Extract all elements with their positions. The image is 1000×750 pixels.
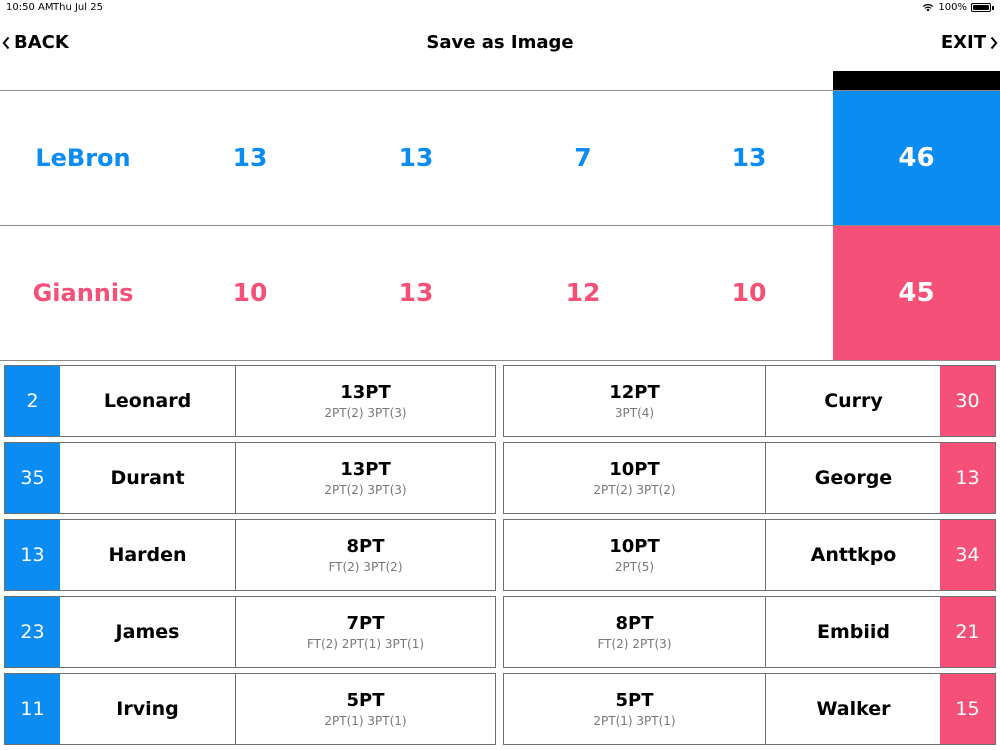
header-black-bar: [833, 71, 1000, 90]
points-breakdown: 2PT(1) 3PT(1): [324, 713, 407, 728]
quarter-score: 13: [398, 143, 434, 172]
player-stats: 10PT 2PT(2) 3PT(2): [504, 443, 765, 513]
player-points: 8PT: [615, 612, 654, 634]
player-stats: 13PT 2PT(2) 3PT(3): [236, 443, 495, 513]
player-stats: 10PT 2PT(5): [504, 520, 765, 590]
score-player-name: LeBron: [35, 144, 131, 172]
jersey-number: 13: [5, 520, 60, 590]
jersey-number: 15: [940, 674, 995, 744]
quarter-score: 13: [398, 278, 434, 307]
player-card: 2 Leonard 13PT 2PT(2) 3PT(3): [4, 365, 496, 437]
player-points: 12PT: [609, 381, 660, 403]
player-stats: 5PT 2PT(1) 3PT(1): [504, 674, 765, 744]
player-card: 12PT 3PT(4) Curry 30: [503, 365, 996, 437]
player-card: 5PT 2PT(1) 3PT(1) Walker 15: [503, 673, 996, 745]
player-card: 13 Harden 8PT FT(2) 3PT(2): [4, 519, 496, 591]
player-name: Durant: [60, 443, 236, 513]
player-name: Walker: [765, 674, 941, 744]
player-name: Leonard: [60, 366, 236, 436]
quarter-score: 7: [574, 143, 592, 172]
page-title: Save as Image: [426, 32, 574, 53]
jersey-number: 23: [5, 597, 60, 667]
jersey-number: 2: [5, 366, 60, 436]
divider: [0, 360, 1000, 361]
player-points: 5PT: [346, 689, 385, 711]
points-breakdown: 2PT(2) 3PT(3): [324, 482, 407, 497]
player-points: 13PT: [340, 458, 391, 480]
player-card: 8PT FT(2) 2PT(3) Embiid 21: [503, 596, 996, 668]
player-card: 35 Durant 13PT 2PT(2) 3PT(3): [4, 442, 496, 514]
player-points: 7PT: [346, 612, 385, 634]
total-score: 45: [833, 226, 1000, 360]
jersey-number: 34: [940, 520, 995, 590]
quarter-score: 10: [232, 278, 268, 307]
wifi-icon: [923, 3, 934, 12]
status-date: Thu Jul 25: [53, 2, 103, 13]
status-time: 10:50 AM: [6, 2, 54, 13]
points-breakdown: 2PT(1) 3PT(1): [593, 713, 676, 728]
player-points: 8PT: [346, 535, 385, 557]
player-name: Irving: [60, 674, 236, 744]
points-breakdown: 2PT(2) 3PT(2): [593, 482, 676, 497]
player-name: Curry: [765, 366, 941, 436]
battery-percent: 100%: [938, 2, 967, 13]
points-breakdown: 2PT(2) 3PT(3): [324, 405, 407, 420]
total-score: 46: [833, 91, 1000, 225]
player-name: George: [765, 443, 941, 513]
player-stats: 12PT 3PT(4): [504, 366, 765, 436]
points-breakdown: 2PT(5): [614, 559, 655, 574]
jersey-number: 21: [940, 597, 995, 667]
player-stats: 5PT 2PT(1) 3PT(1): [236, 674, 495, 744]
player-stats: 7PT FT(2) 2PT(1) 3PT(1): [236, 597, 495, 667]
player-stats: 13PT 2PT(2) 3PT(3): [236, 366, 495, 436]
points-breakdown: FT(2) 2PT(3): [597, 636, 672, 651]
jersey-number: 13: [940, 443, 995, 513]
quarter-score: 13: [232, 143, 268, 172]
player-name: James: [60, 597, 236, 667]
status-bar: 10:50 AM Thu Jul 25 100%: [0, 0, 1000, 16]
points-breakdown: 3PT(4): [614, 405, 655, 420]
quarter-score: 10: [731, 278, 767, 307]
quarter-score: 13: [731, 143, 767, 172]
jersey-number: 35: [5, 443, 60, 513]
battery-icon: [971, 3, 991, 12]
quarter-score: 12: [565, 278, 601, 307]
jersey-number: 30: [940, 366, 995, 436]
nav-bar: BACK Save as Image EXIT: [0, 20, 1000, 66]
player-points: 10PT: [609, 458, 660, 480]
player-points: 13PT: [340, 381, 391, 403]
player-stats: 8PT FT(2) 3PT(2): [236, 520, 495, 590]
chevron-right-icon: [990, 36, 998, 49]
status-indicators: 100%: [922, 2, 994, 13]
player-card: 10PT 2PT(5) Anttkpo 34: [503, 519, 996, 591]
jersey-number: 11: [5, 674, 60, 744]
player-name: Anttkpo: [765, 520, 941, 590]
player-card: 10PT 2PT(2) 3PT(2) George 13: [503, 442, 996, 514]
points-breakdown: FT(2) 3PT(2): [328, 559, 403, 574]
player-points: 5PT: [615, 689, 654, 711]
score-row-giannis: Giannis 10 13 12 10 45: [0, 226, 1000, 360]
player-name: Harden: [60, 520, 236, 590]
exit-button[interactable]: EXIT: [941, 32, 998, 53]
player-card: 11 Irving 5PT 2PT(1) 3PT(1): [4, 673, 496, 745]
player-points: 10PT: [609, 535, 660, 557]
player-stats: 8PT FT(2) 2PT(3): [504, 597, 765, 667]
score-row-lebron: LeBron 13 13 7 13 46: [0, 91, 1000, 225]
points-breakdown: FT(2) 2PT(1) 3PT(1): [306, 636, 425, 651]
player-name: Embiid: [765, 597, 941, 667]
exit-label: EXIT: [940, 32, 986, 53]
player-card: 23 James 7PT FT(2) 2PT(1) 3PT(1): [4, 596, 496, 668]
score-player-name: Giannis: [32, 279, 134, 307]
